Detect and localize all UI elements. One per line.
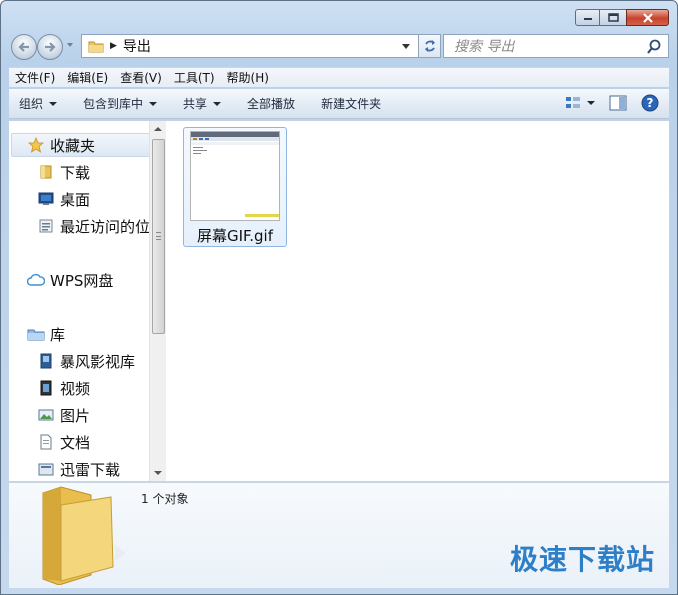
chevron-down-icon — [49, 101, 58, 106]
gif-thumbnail-icon — [190, 131, 280, 221]
close-button[interactable] — [626, 9, 669, 26]
scroll-up-icon[interactable] — [154, 127, 162, 131]
pictures-icon — [37, 407, 55, 423]
sidebar-item-label: WPS网盘 — [50, 271, 114, 290]
address-dropdown-icon[interactable] — [402, 44, 410, 49]
sidebar-item-label: 文档 — [60, 433, 91, 452]
search-placeholder: 搜索 导出 — [454, 39, 515, 55]
sidebar-item-label: 暴风影视库 — [60, 352, 136, 371]
menu-help[interactable]: 帮助(H) — [227, 69, 269, 86]
share-button[interactable]: 共享 — [183, 95, 222, 112]
play-all-label: 全部播放 — [247, 97, 296, 111]
library-icon — [27, 326, 45, 342]
sidebar-item-label: 迅雷下载 — [60, 460, 121, 479]
command-bar: 组织 包含到库中 共享 全部播放 新建文件夹 ? — [9, 89, 669, 119]
documents-icon — [37, 434, 55, 450]
sidebar-item-documents[interactable]: 文档 — [37, 431, 90, 453]
scroll-thumb[interactable] — [152, 139, 165, 334]
new-folder-button[interactable]: 新建文件夹 — [321, 95, 381, 112]
view-options-chevron-icon[interactable] — [587, 101, 595, 105]
folder-icon — [88, 41, 104, 53]
file-list: 屏幕GIF.gif — [167, 121, 669, 481]
thunder-library-icon — [37, 461, 55, 477]
organize-label: 组织 — [19, 97, 44, 111]
address-bar[interactable]: ▶ 导出 — [81, 34, 419, 58]
menu-view[interactable]: 查看(V) — [120, 69, 162, 86]
search-icon[interactable] — [646, 39, 662, 55]
sidebar-item-desktop[interactable]: 桌面 — [37, 188, 90, 210]
breadcrumb-separator-icon[interactable]: ▶ — [110, 41, 117, 51]
sidebar-item-pictures[interactable]: 图片 — [37, 404, 90, 426]
menu-file[interactable]: 文件(F) — [15, 69, 55, 86]
maximize-icon — [607, 13, 619, 22]
new-folder-label: 新建文件夹 — [321, 97, 382, 111]
caption-buttons — [575, 9, 669, 26]
preview-pane-icon[interactable] — [609, 95, 627, 111]
arrow-right-icon — [45, 42, 56, 52]
downloads-folder-icon — [37, 164, 55, 180]
menu-tools[interactable]: 工具(T) — [174, 69, 215, 86]
sidebar-item-recent-places[interactable]: 最近访问的位 — [37, 215, 150, 237]
breadcrumb-path[interactable]: 导出 — [123, 36, 151, 56]
sidebar-item-thunder-downloads[interactable]: 迅雷下载 — [37, 458, 120, 480]
close-icon — [642, 12, 653, 23]
refresh-icon — [424, 40, 435, 52]
back-button[interactable] — [11, 34, 37, 60]
recent-places-icon — [37, 218, 55, 234]
menu-bar: 文件(F) 编辑(E) 查看(V) 工具(T) 帮助(H) — [9, 67, 669, 87]
sidebar-item-label: 下载 — [60, 163, 91, 182]
organize-button[interactable]: 组织 — [19, 95, 58, 112]
sidebar-item-libraries[interactable]: 库 — [27, 323, 65, 345]
play-all-button[interactable]: 全部播放 — [247, 95, 295, 112]
navigation-pane: 收藏夹 下载 桌面 最近访问的位 WPS网盘 库 暴风影视库 视频 图片 文档 … — [9, 121, 167, 481]
media-library-icon — [37, 353, 55, 369]
details-pane: 1 个对象 极速下载站 — [9, 482, 669, 588]
sidebar-item-label: 图片 — [60, 406, 91, 425]
arrow-left-icon — [18, 42, 29, 52]
sidebar-item-label: 视频 — [60, 379, 91, 398]
minimize-icon — [583, 17, 592, 20]
sidebar-item-label: 桌面 — [60, 190, 91, 209]
watermark-logo: 极速下载站 — [509, 543, 655, 576]
forward-button[interactable] — [37, 34, 63, 60]
sidebar-item-label: 最近访问的位 — [60, 217, 151, 236]
include-in-library-label: 包含到库中 — [83, 97, 144, 111]
navigation-bar: ▶ 导出 搜索 导出 — [9, 33, 669, 61]
item-count: 1 个对象 — [141, 492, 189, 506]
refresh-button[interactable] — [419, 34, 441, 58]
star-icon — [27, 137, 45, 153]
grip-icon — [156, 232, 161, 240]
cloud-icon — [27, 272, 45, 288]
recent-pages-dropdown[interactable] — [67, 43, 73, 47]
chevron-down-icon — [213, 101, 222, 106]
desktop-icon — [37, 191, 55, 207]
maximize-button[interactable] — [600, 9, 626, 26]
share-label: 共享 — [183, 97, 208, 111]
scroll-down-icon[interactable] — [154, 471, 162, 475]
sidebar-item-baofeng-library[interactable]: 暴风影视库 — [37, 350, 135, 372]
explorer-window: ▶ 导出 搜索 导出 文件(F) 编辑(E) 查看(V) 工具(T) 帮助(H) — [0, 0, 678, 595]
sidebar-scrollbar[interactable] — [149, 121, 166, 481]
search-box[interactable]: 搜索 导出 — [443, 34, 669, 58]
sidebar-item-downloads[interactable]: 下载 — [37, 161, 90, 183]
file-item[interactable]: 屏幕GIF.gif — [183, 127, 287, 247]
sidebar-item-videos[interactable]: 视频 — [37, 377, 90, 399]
view-controls: ? — [551, 94, 659, 112]
menu-edit[interactable]: 编辑(E) — [67, 69, 108, 86]
chevron-down-icon — [149, 101, 158, 106]
sidebar-item-wps-cloud[interactable]: WPS网盘 — [27, 269, 113, 291]
sidebar-item-label: 收藏夹 — [50, 136, 96, 155]
file-name: 屏幕GIF.gif — [196, 227, 273, 245]
folder-large-icon — [42, 486, 126, 585]
sidebar-item-favorites[interactable]: 收藏夹 — [27, 134, 95, 156]
change-view-icon[interactable] — [565, 95, 581, 111]
help-icon[interactable]: ? — [641, 94, 659, 112]
svg-text:?: ? — [647, 96, 654, 110]
content-area: 收藏夹 下载 桌面 最近访问的位 WPS网盘 库 暴风影视库 视频 图片 文档 … — [9, 120, 669, 481]
include-in-library-button[interactable]: 包含到库中 — [83, 95, 158, 112]
video-icon — [37, 380, 55, 396]
minimize-button[interactable] — [575, 9, 600, 26]
sidebar-item-label: 库 — [50, 325, 66, 344]
